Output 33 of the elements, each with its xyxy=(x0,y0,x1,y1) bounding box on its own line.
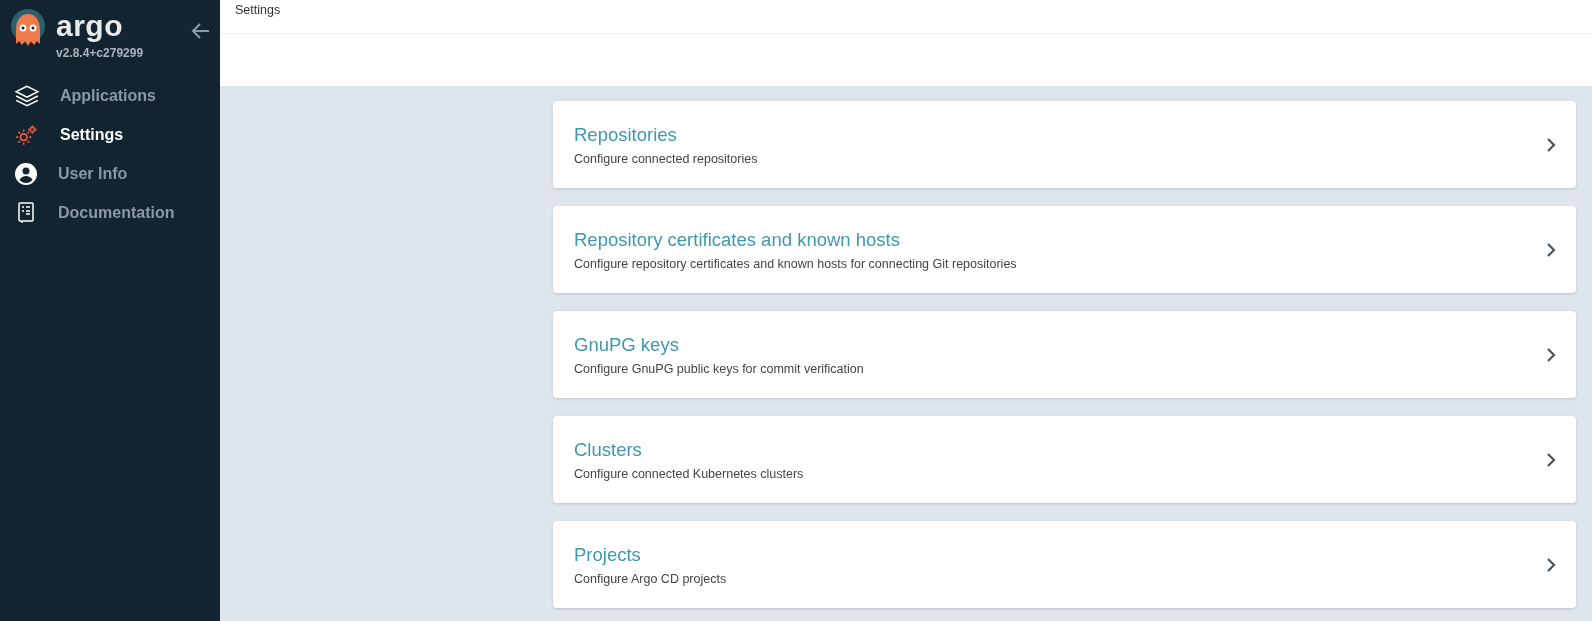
sidebar-nav-item[interactable]: Applications xyxy=(14,82,220,109)
card-description: Configure connected Kubernetes clusters xyxy=(574,466,804,481)
sidebar-nav-item[interactable]: Settings xyxy=(14,121,220,148)
settings-card[interactable]: Repositories Configure connected repositories xyxy=(553,101,1576,188)
card-description: Configure connected repositories xyxy=(574,151,758,166)
user-icon xyxy=(14,161,38,186)
nav-label: User Info xyxy=(58,164,128,183)
settings-card[interactable]: GnuPG keys Configure GnuPG public keys for commit verification xyxy=(553,311,1576,398)
breadcrumb: Settings xyxy=(235,3,281,17)
card-description: Configure GnuPG public keys for commit verification xyxy=(574,361,864,376)
sidebar-nav-item[interactable]: User Info xyxy=(14,160,220,187)
nav-label: Documentation xyxy=(58,203,175,222)
chevron-right-icon xyxy=(1546,241,1556,258)
nav-label: Applications xyxy=(60,86,156,105)
card-description: Configure Argo CD projects xyxy=(574,571,727,586)
back-arrow-icon[interactable] xyxy=(191,22,212,40)
card-description: Configure repository certificates and known hosts for connecting Git repositories xyxy=(574,256,1017,271)
card-title: Clusters xyxy=(574,438,643,461)
card-title: Projects xyxy=(574,543,642,566)
card-title: Repositories xyxy=(574,123,678,146)
card-title: Repository certificates and known hosts xyxy=(574,228,901,251)
nav-label: Settings xyxy=(60,125,124,144)
chevron-right-icon xyxy=(1546,136,1556,153)
settings-card[interactable]: Repository certificates and known hosts Configure repository certificates and known hosts for connecting Git repositories xyxy=(553,206,1576,293)
card-title: GnuPG keys xyxy=(574,333,680,356)
settings-card[interactable]: Projects Configure Argo CD projects xyxy=(553,521,1576,608)
chevron-right-icon xyxy=(1546,346,1556,363)
brand-name: argo xyxy=(56,8,124,44)
chevron-right-icon xyxy=(1546,451,1556,468)
chevron-right-icon xyxy=(1546,556,1556,573)
sidebar-nav-item[interactable]: Documentation xyxy=(14,199,220,226)
settings-card[interactable]: Clusters Configure connected Kubernetes clusters xyxy=(553,416,1576,503)
version-label: v2.8.4+c279299 xyxy=(56,46,144,60)
